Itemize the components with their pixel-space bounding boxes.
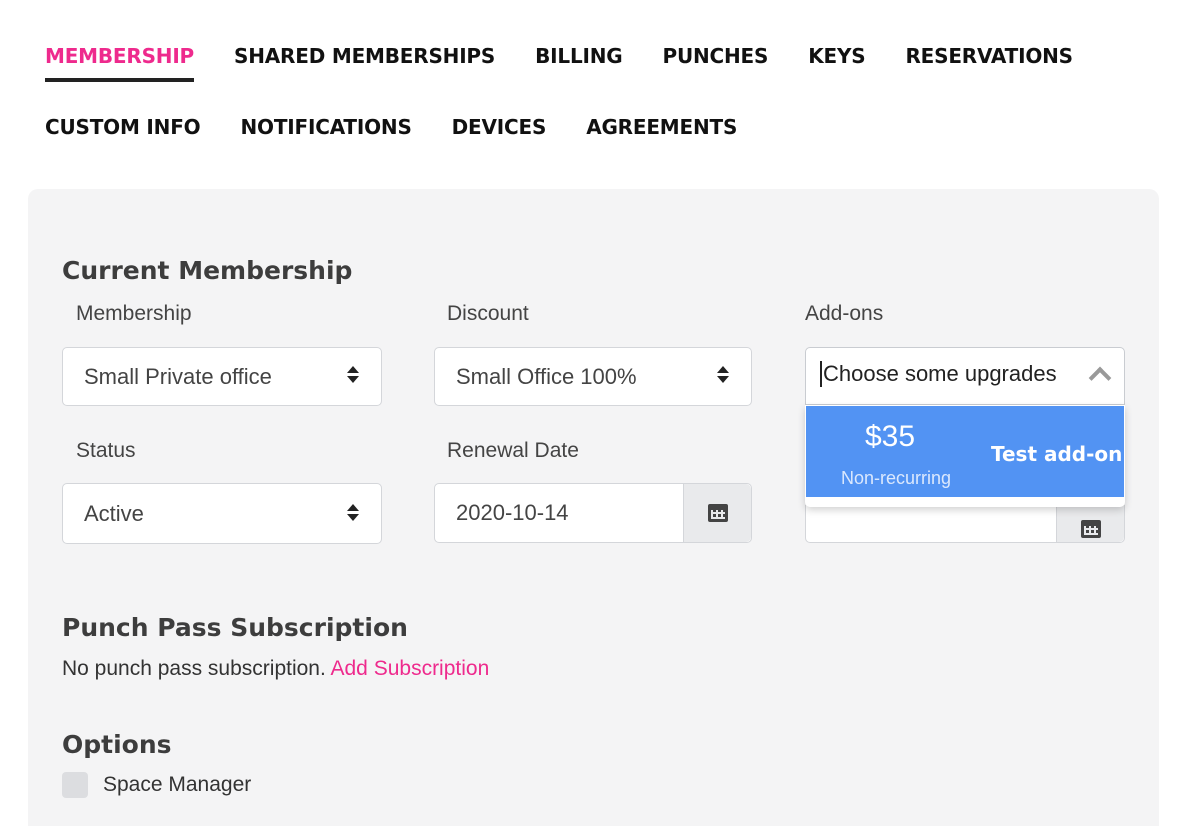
tab-shared-memberships[interactable]: SHARED MEMBERSHIPS [234,44,495,82]
discount-select[interactable]: Small Office 100% [434,347,752,406]
membership-label: Membership [76,302,192,325]
renewal-date-input[interactable]: 2020-10-14 [434,483,752,543]
select-arrows-icon [347,366,359,383]
addon-option-name: Test add-on f [991,442,1125,466]
addons-select[interactable]: Choose some upgrades [805,347,1125,405]
addon-date-input[interactable] [805,505,1125,543]
options-title: Options [62,730,172,759]
punch-pass-title: Punch Pass Subscription [62,613,408,642]
addon-option[interactable]: $35 Non-recurring Test add-on f [806,406,1125,497]
punch-pass-text-row: No punch pass subscription. Add Subscrip… [62,657,489,681]
status-select[interactable]: Active [62,483,382,544]
punch-pass-status-text: No punch pass subscription. [62,657,326,680]
chevron-up-icon[interactable] [1088,366,1112,390]
addon-option-recurrence: Non-recurring [841,468,952,488]
discount-select-value: Small Office 100% [456,363,637,389]
tab-billing[interactable]: BILLING [535,44,623,82]
discount-label: Discount [447,302,529,325]
membership-select-value: Small Private office [84,363,272,389]
addons-search-input[interactable]: Choose some upgrades [820,361,1070,387]
membership-select[interactable]: Small Private office [62,347,382,406]
select-arrows-icon [347,504,359,521]
renewal-date-value: 2020-10-14 [456,500,569,525]
addons-label: Add-ons [805,302,884,325]
tab-agreements[interactable]: AGREEMENTS [586,115,737,153]
tab-custom-info[interactable]: CUSTOM INFO [45,115,201,153]
space-manager-label: Space Manager [103,773,252,796]
add-subscription-link[interactable]: Add Subscription [331,657,490,680]
calendar-icon [1080,519,1101,538]
tab-row-secondary: CUSTOM INFO NOTIFICATIONS DEVICES AGREEM… [45,115,777,153]
status-label: Status [76,439,136,462]
tab-notifications[interactable]: NOTIFICATIONS [240,115,411,153]
tab-row-primary: MEMBERSHIP SHARED MEMBERSHIPS BILLING PU… [45,44,1113,82]
calendar-icon [707,504,728,522]
addon-date-calendar-button[interactable] [1056,505,1124,542]
renewal-date-calendar-button[interactable] [683,484,751,542]
tab-reservations[interactable]: RESERVATIONS [905,44,1073,82]
status-select-value: Active [84,500,144,526]
tab-punches[interactable]: PUNCHES [662,44,768,82]
tab-keys[interactable]: KEYS [808,44,865,82]
select-arrows-icon [717,366,729,383]
tab-membership[interactable]: MEMBERSHIP [45,44,194,82]
tab-devices[interactable]: DEVICES [452,115,547,153]
addons-dropdown: $35 Non-recurring Test add-on f [805,405,1125,507]
addon-option-price: $35 [865,420,916,453]
current-membership-title: Current Membership [62,256,353,285]
renewal-date-label: Renewal Date [447,439,579,462]
space-manager-checkbox[interactable] [62,772,88,798]
